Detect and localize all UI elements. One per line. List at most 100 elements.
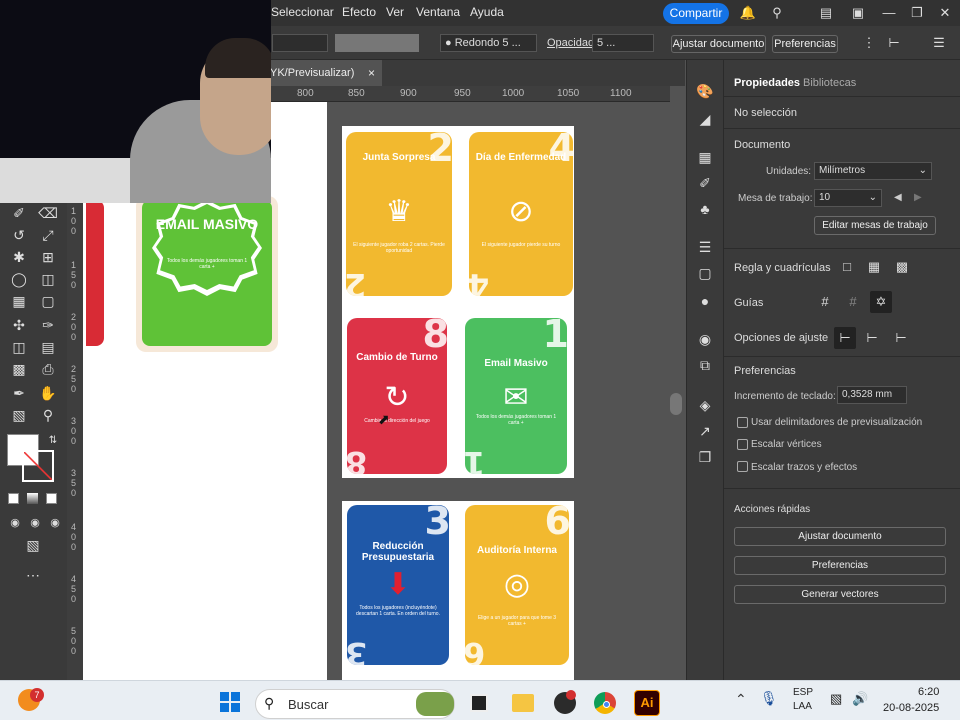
grid-toggle-icon[interactable]: ▦	[863, 256, 885, 278]
snap-grid-icon[interactable]: ⊢	[861, 327, 883, 349]
stroke-panel-icon[interactable]: ☰	[694, 236, 716, 258]
symbols-panel-icon[interactable]: ♣	[694, 198, 716, 220]
shape-builder-icon[interactable]: ◯	[8, 268, 30, 290]
none-mode-icon[interactable]	[46, 493, 57, 504]
file-explorer-icon[interactable]	[512, 694, 534, 712]
color-mode-icon[interactable]	[8, 493, 19, 504]
menu-efecto[interactable]: Efecto	[342, 5, 376, 19]
layers-panel-icon[interactable]: ◈	[694, 394, 716, 416]
fill-select[interactable]	[272, 34, 328, 52]
bell-icon[interactable]: 🔔	[739, 4, 757, 22]
color-panel-icon[interactable]: 🎨	[694, 80, 716, 102]
mesh-icon[interactable]: ▦	[8, 290, 30, 312]
blend-icon[interactable]: ◫	[8, 336, 30, 358]
rotate-icon[interactable]: ↺	[8, 224, 30, 246]
card-reduccion-presupuestaria[interactable]: 3 Reducción Presupuestaria ⬇ Todos los j…	[347, 505, 449, 665]
hand-icon[interactable]: ✋	[37, 382, 59, 404]
free-transform-icon[interactable]: ⊞	[37, 246, 59, 268]
appearance-panel-icon[interactable]: ●	[694, 290, 716, 312]
symbol-sprayer-icon[interactable]: ✣	[8, 314, 30, 336]
close-icon[interactable]: ✕	[936, 4, 954, 22]
tab-libraries[interactable]: Bibliotecas	[803, 77, 856, 89]
tab-properties[interactable]: Propiedades	[734, 77, 800, 89]
guides-toggle-icon[interactable]: #	[814, 291, 836, 313]
share-button[interactable]: Compartir	[663, 3, 729, 24]
zoom-icon[interactable]: ⚲	[37, 404, 59, 426]
fit-document-button[interactable]: Ajustar documento	[671, 35, 766, 53]
panel-menu-icon[interactable]: ☰	[930, 34, 948, 52]
generate-vectors-button[interactable]: Generar vectores	[734, 585, 946, 604]
graph-icon[interactable]: ▩	[8, 358, 30, 380]
card-junta-sorpresa[interactable]: 2 Junta Sorpresa ♛ El siguiente jugador …	[346, 132, 452, 296]
draw-normal-icon[interactable]: ◉	[4, 512, 26, 534]
preferences-button[interactable]: Preferencias	[772, 35, 838, 53]
card-dia-enfermedad[interactable]: 4 Día de Enfermedad ⊘ El siguiente jugad…	[469, 132, 573, 296]
slice-icon[interactable]: ⎙	[37, 358, 59, 380]
card-auditoria-interna[interactable]: 6 Auditoría Interna ◎ Elige a un jugador…	[465, 505, 569, 665]
snap-point-icon[interactable]: ⊢	[834, 327, 856, 349]
document-tab[interactable]: YK/Previsualizar) ×	[270, 60, 382, 86]
eraser-icon[interactable]: ⌫	[37, 202, 59, 224]
tab-close-icon[interactable]: ×	[368, 60, 375, 86]
menu-ventana[interactable]: Ventana	[416, 5, 460, 19]
network-icon[interactable]: ▧	[830, 691, 842, 707]
scale-icon[interactable]: ⤢	[37, 224, 59, 246]
artboards-panel-icon[interactable]: ❐	[694, 446, 716, 468]
draw-behind-icon[interactable]: ◉	[24, 512, 46, 534]
transform-icon[interactable]: ⊢	[885, 34, 903, 52]
fit-document-quick-button[interactable]: Ajustar documento	[734, 527, 946, 546]
clock-date[interactable]: 20-08-2025	[883, 702, 939, 714]
microphone-icon[interactable]: 🎙	[760, 690, 778, 707]
opacity-field[interactable]: 5 ...	[592, 34, 654, 52]
paintbrush-icon[interactable]: ✐	[8, 202, 30, 224]
gradient-icon[interactable]: ▢	[37, 290, 59, 312]
graphic-styles-icon[interactable]: ◉	[694, 328, 716, 350]
measure-icon[interactable]: ▤	[37, 336, 59, 358]
pen-icon[interactable]: ✒	[8, 382, 30, 404]
prev-artboard-icon[interactable]: ◀	[894, 192, 902, 203]
search-icon[interactable]: ⚲	[768, 4, 786, 22]
stroke-swatch-tool[interactable]	[22, 450, 54, 482]
illustrator-icon[interactable]: Ai	[634, 690, 660, 716]
live-paint-icon[interactable]: ◫	[37, 268, 59, 290]
windows-start-icon[interactable]	[220, 692, 240, 712]
draw-inside-icon[interactable]: ◉	[44, 512, 66, 534]
pixel-grid-icon[interactable]: ▩	[891, 256, 913, 278]
scale-strokes-checkbox[interactable]	[737, 461, 748, 472]
eyedropper-icon[interactable]: ✑	[37, 314, 59, 336]
next-artboard-icon[interactable]: ▶	[914, 192, 922, 203]
snap-pixel-icon[interactable]: ⊢	[890, 327, 912, 349]
menu-ayuda[interactable]: Ayuda	[470, 5, 504, 19]
transparency-panel-icon[interactable]: ▢	[694, 262, 716, 284]
units-select[interactable]: Milímetros ⌄	[814, 162, 932, 180]
volume-icon[interactable]: 🔊	[852, 691, 868, 707]
menu-seleccionar[interactable]: Seleccionar	[271, 5, 334, 19]
gradient-panel-icon[interactable]: ◢	[694, 108, 716, 130]
swap-icon[interactable]: ⇅	[42, 430, 64, 452]
screen-mode-icon[interactable]: ▧	[22, 534, 44, 556]
export-panel-icon[interactable]: ⧉	[694, 354, 716, 376]
ruler-toggle-icon[interactable]: □	[836, 256, 858, 278]
edit-artboards-button[interactable]: Editar mesas de trabajo	[814, 216, 936, 235]
align-icon[interactable]: ⋮	[860, 34, 878, 52]
artboard-icon[interactable]: ▧	[8, 404, 30, 426]
preferences-quick-button[interactable]: Preferencias	[734, 556, 946, 575]
clock-time[interactable]: 6:20	[918, 686, 939, 698]
menu-ver[interactable]: Ver	[386, 5, 404, 19]
lock-guides-icon[interactable]: #	[842, 291, 864, 313]
warp-icon[interactable]: ✱	[8, 246, 30, 268]
asset-export-icon[interactable]: ↗	[694, 420, 716, 442]
brush-select[interactable]: ● Redondo 5 ...	[440, 34, 537, 52]
card-cambio-turno[interactable]: 8 Cambio de Turno ↻ Cambia la dirección …	[347, 318, 447, 474]
restore-icon[interactable]: ❐	[908, 4, 926, 22]
artboard-select[interactable]: 10 ⌄	[814, 189, 882, 207]
keyboard-layout[interactable]: LAA	[793, 701, 812, 712]
layout-icon[interactable]: ▣	[849, 4, 867, 22]
card-email-masivo[interactable]: 1 Email Masivo ✉ Todos los demás jugador…	[465, 318, 567, 474]
workspace-icon[interactable]: ▤	[817, 4, 835, 22]
swatches-panel-icon[interactable]: ▦	[694, 146, 716, 168]
minimize-icon[interactable]: —	[880, 4, 898, 22]
stroke-swatch[interactable]	[335, 34, 419, 52]
preview-bounds-checkbox[interactable]	[737, 417, 748, 428]
language-code[interactable]: ESP	[793, 687, 813, 698]
